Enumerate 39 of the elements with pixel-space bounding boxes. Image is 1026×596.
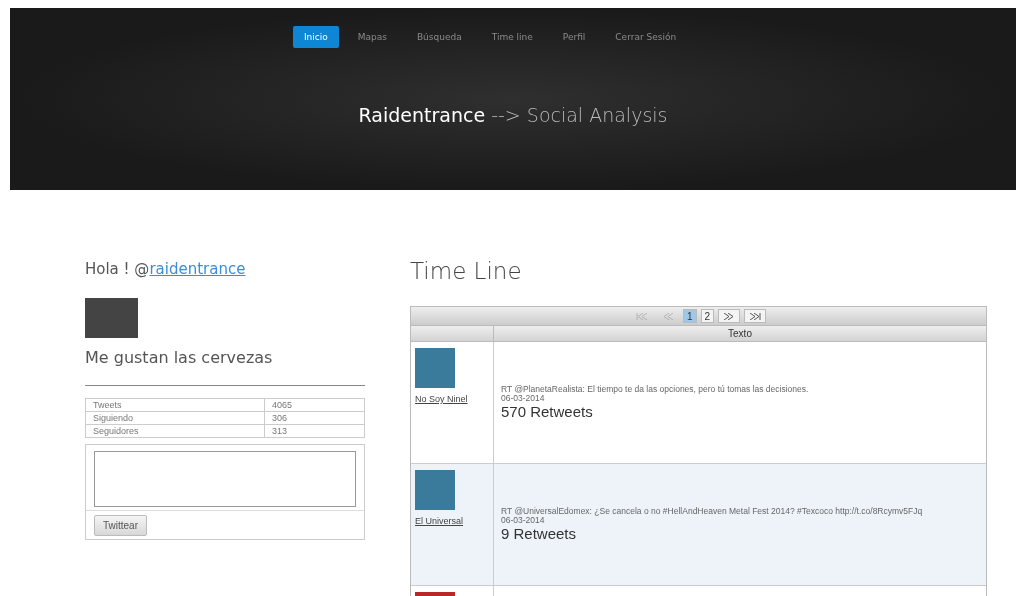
double-right-chevron-icon [749, 312, 762, 320]
tweet-text: RT @PlanetaRealista: El tiempo te da las opciones, pero tú tomas las decisiones. [501, 384, 810, 394]
nav-link[interactable]: Mapas [346, 26, 398, 48]
tweet-button[interactable]: Twittear [94, 515, 147, 536]
column-header: Texto [727, 327, 753, 341]
retweet-count: 570 Retweets [501, 403, 594, 421]
photo-placeholder [415, 470, 455, 510]
stat-label: Tweets [85, 398, 265, 412]
last-page-button[interactable] [744, 309, 767, 323]
photo-placeholder [415, 348, 455, 388]
page-button[interactable]: 1 [682, 309, 697, 323]
stat-value: 306 [264, 411, 365, 425]
nav-link[interactable]: Perfil [551, 26, 597, 48]
bio-text: Me gustan las cervezas [85, 348, 274, 367]
double-left-chevron-icon [635, 312, 648, 320]
user-link[interactable]: El Universal [415, 516, 463, 526]
stat-label: Siguiendo [85, 411, 265, 425]
nav-link[interactable]: Cerrar Sesión [604, 26, 688, 48]
greeting-text: Hola ! @raidentrance [85, 260, 247, 278]
user-link[interactable]: No Soy Ninel [415, 394, 468, 404]
stat-label: Seguidores [85, 424, 265, 438]
double-right-chevron-icon [723, 312, 736, 320]
tweet-input-field[interactable] [94, 451, 356, 507]
tweet-date: 06-03-2014 [501, 516, 546, 526]
next-page-button[interactable] [718, 309, 741, 323]
timeline-heading: Time Line [410, 258, 523, 284]
tweet-date: 06-03-2014 [501, 394, 546, 404]
nav-link[interactable]: Inicio [292, 26, 339, 48]
nav-link[interactable]: Búsqueda [405, 26, 473, 48]
double-left-chevron-icon [661, 312, 674, 320]
tweet-text: RT @UniversalEdomex: ¿Se cancela o no #HellAndHeaven Metal Fest 2014? #Texcoco http://t.co/8Rcymv5FJq [501, 506, 924, 516]
profile-link[interactable]: raidentrance [149, 260, 246, 278]
retweet-count: 9 Retweets [501, 525, 578, 543]
stat-value: 313 [264, 424, 365, 438]
nav-link[interactable]: Time line [480, 26, 544, 48]
photo-placeholder [85, 298, 138, 338]
page-button[interactable]: 2 [700, 309, 715, 323]
stat-value: 4065 [264, 398, 365, 412]
site-title: Raidentrance --> Social Analysis [358, 104, 668, 126]
